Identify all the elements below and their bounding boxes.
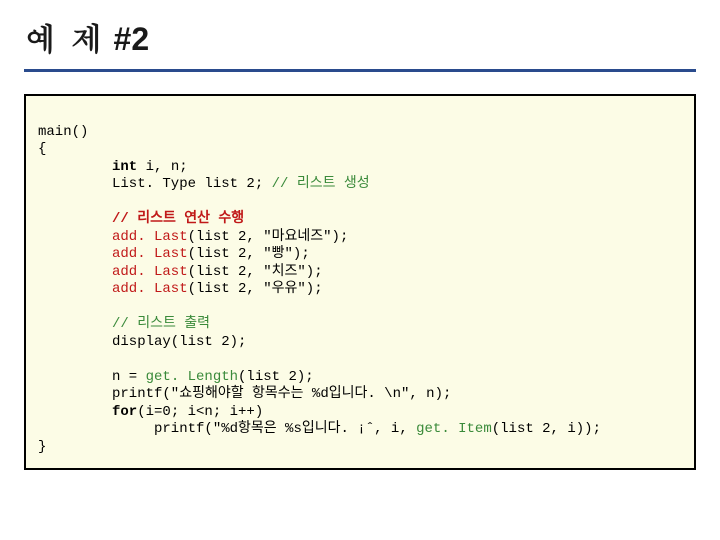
slide-title: 예 제 #2 [24,14,696,72]
code-line: main() [38,124,88,140]
keyword-for: for [112,404,137,420]
code-line: int i, n; [38,159,682,177]
code-line: display(list 2); [38,334,682,352]
code-line: printf("쇼핑해야할 항목수는 %d입니다. \n", n); [38,386,682,404]
code-line: n = get. Length(list 2); [38,369,682,387]
comment: // 리스트 생성 [272,176,370,192]
code-line: printf("%d항목은 %s입니다. ¡ˆ, i, get. Item(li… [38,421,682,439]
code-line: { [38,141,46,157]
title-number: #2 [114,21,150,57]
code-line: List. Type list 2; // 리스트 생성 [38,176,682,194]
keyword-int: int [112,159,137,175]
code-line: add. Last(list 2, "빵"); [38,246,682,264]
title-korean: 예 제 [24,14,105,59]
comment: // 리스트 출력 [38,316,682,334]
code-line: } [38,439,46,455]
code-line: add. Last(list 2, "우유"); [38,281,682,299]
code-line: add. Last(list 2, "마요네즈"); [38,229,682,247]
code-block: main() { int i, n;List. Type list 2; // … [24,94,696,470]
code-line: add. Last(list 2, "치즈"); [38,264,682,282]
comment-heading: // 리스트 연산 수행 [38,211,682,229]
code-line: for(i=0; i<n; i++) [38,404,682,422]
